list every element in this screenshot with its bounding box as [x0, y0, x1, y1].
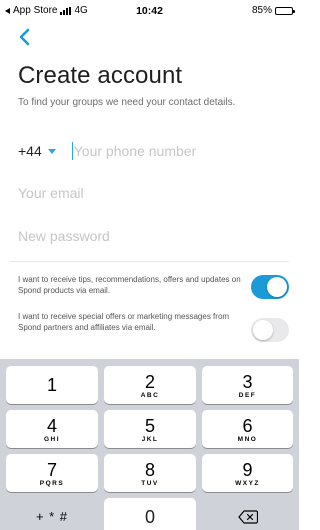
phone-row: +44 Your phone number	[18, 138, 283, 164]
partner-offers-toggle[interactable]	[251, 318, 289, 342]
tips-toggle[interactable]	[251, 275, 289, 299]
toggle-knob	[253, 320, 273, 340]
battery-status: 85%	[251, 5, 295, 16]
tips-option-label: I want to receive tips, recommendations,…	[18, 275, 241, 295]
battery-icon	[275, 6, 295, 15]
caret-down-icon	[47, 148, 56, 154]
page-subtitle: To find your groups we need your contact…	[18, 97, 236, 108]
symbols-key[interactable]: + * #	[6, 498, 98, 530]
country-code-value: +44	[18, 143, 42, 159]
email-field[interactable]: Your email	[18, 181, 283, 205]
partner-offers-option-label: I want to receive special offers or mark…	[18, 312, 230, 332]
numeric-keypad: 1 2 ABC 3 DEF 4 GHI 5 JKL 6 MNO 7 PQRS 8…	[0, 359, 299, 530]
key-1[interactable]: 1	[6, 366, 98, 404]
key-6[interactable]: 6 MNO	[202, 410, 293, 448]
text-cursor	[71, 142, 73, 160]
divider	[10, 261, 289, 262]
country-code-selector[interactable]: +44	[18, 143, 56, 159]
key-2[interactable]: 2 ABC	[104, 366, 196, 404]
phone-placeholder: Your phone number	[73, 143, 197, 159]
phone-input[interactable]: Your phone number	[71, 142, 283, 160]
password-field[interactable]: New password	[18, 224, 283, 248]
delete-key[interactable]	[202, 498, 293, 530]
battery-percent: 85%	[251, 5, 272, 16]
backspace-icon	[237, 510, 258, 524]
key-8[interactable]: 8 TUV	[104, 454, 196, 492]
back-button[interactable]	[16, 26, 36, 48]
key-3[interactable]: 3 DEF	[202, 366, 293, 404]
key-9[interactable]: 9 WXYZ	[202, 454, 293, 492]
chevron-left-icon	[19, 28, 30, 46]
key-7[interactable]: 7 PQRS	[6, 454, 98, 492]
key-5[interactable]: 5 JKL	[104, 410, 196, 448]
status-bar: App Store 4G 10:42 85%	[0, 0, 299, 20]
page-title: Create account	[18, 62, 183, 89]
key-4[interactable]: 4 GHI	[6, 410, 98, 448]
toggle-knob	[267, 277, 287, 297]
key-0[interactable]: 0	[104, 498, 196, 530]
